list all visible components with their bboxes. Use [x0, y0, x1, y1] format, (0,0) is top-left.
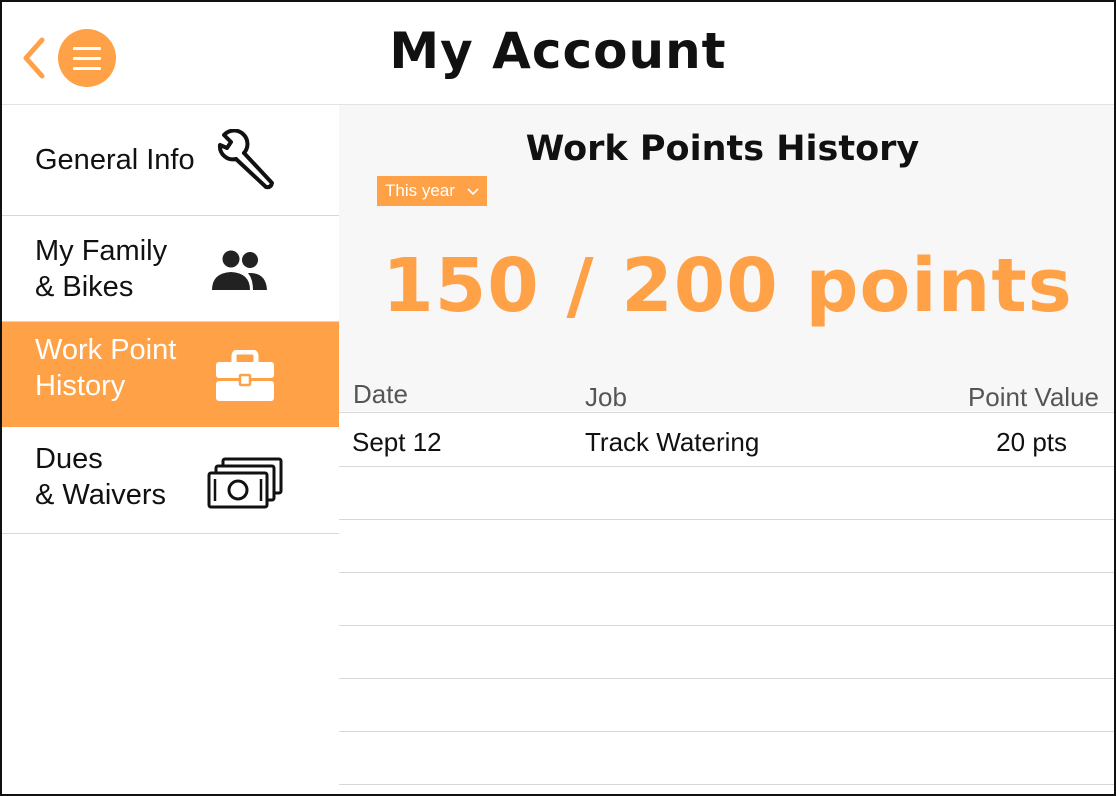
device-frame	[0, 0, 1116, 796]
